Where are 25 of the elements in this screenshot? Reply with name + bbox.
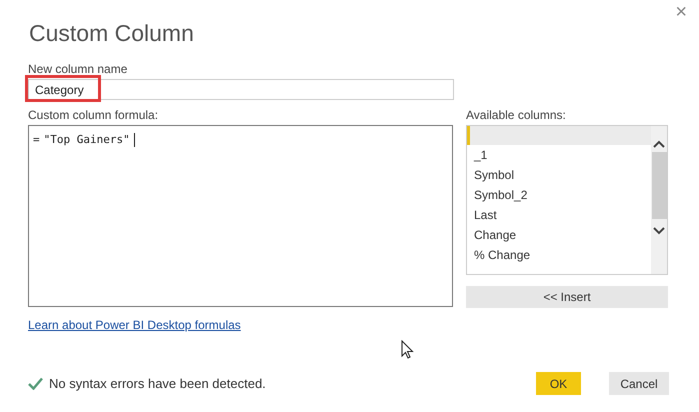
list-item[interactable]: Symbol_2 [467,185,651,205]
text-cursor [134,132,135,148]
field-label: New column name [28,62,128,77]
list-item[interactable]: Change [467,225,651,245]
mouse-pointer-icon [401,340,414,359]
help-link[interactable]: Learn about Power BI Desktop formulas [28,316,241,334]
field-label: Available columns: [466,108,567,123]
scroll-down-icon[interactable] [653,227,665,235]
list-item[interactable]: _1 [467,145,651,165]
status-message: No syntax errors have been detected. [49,374,266,393]
scrollbar-thumb[interactable] [652,152,666,219]
formula-field[interactable]: = "Top Gainers" [28,125,453,307]
formula-text: "Top Gainers" [44,132,130,148]
cancel-button[interactable]: Cancel [609,372,669,395]
close-button[interactable]: × [671,2,691,22]
insert-button[interactable]: << Insert [466,286,668,308]
field-label: Custom column formula: [28,108,160,123]
ok-button[interactable]: OK [536,372,581,395]
dialog-title: Custom Column [29,19,195,48]
name-field[interactable]: Category [28,79,454,100]
list-item[interactable]: Last [467,205,651,225]
list-item[interactable]: Symbol [467,165,651,185]
equals-sign: = [33,132,40,148]
scroll-up-icon[interactable] [653,140,665,148]
list-item[interactable]: % Change [467,245,651,265]
